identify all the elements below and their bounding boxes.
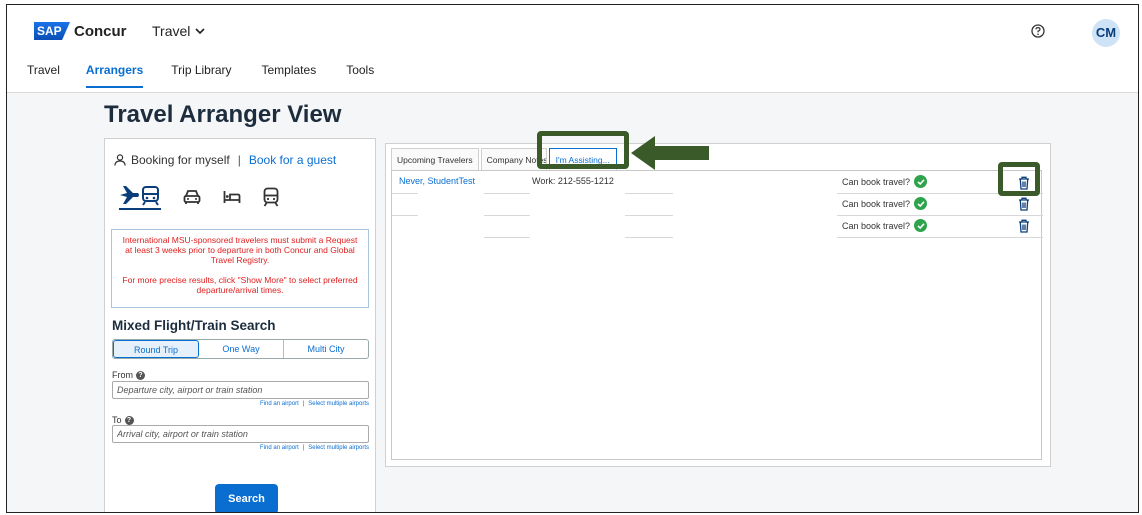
find-airport-link[interactable]: Find an airport <box>260 401 299 407</box>
trip-type-one-way[interactable]: One Way <box>199 340 284 358</box>
row-divider <box>837 237 1043 238</box>
trip-type-round-trip[interactable]: Round Trip <box>113 340 199 358</box>
traveler-phone: Work: 212-555-1212 <box>532 176 614 186</box>
can-book-status: Can book travel? <box>842 219 928 232</box>
can-book-label: Can book travel? <box>842 176 911 187</box>
avatar[interactable]: CM <box>1092 19 1120 47</box>
chevron-down-icon <box>195 27 205 34</box>
from-label: From <box>112 370 133 380</box>
sap-logo-mark: SAP <box>34 22 70 40</box>
rail-icon[interactable] <box>263 187 279 207</box>
top-bar: SAP Concur Travel CM Travel Arrangers Tr… <box>7 5 1138 93</box>
traveler-name-link[interactable]: Never, StudentTest <box>399 176 475 186</box>
trip-type-toggle: Round Trip One Way Multi City <box>112 339 369 359</box>
find-airport-link[interactable]: Find an airport <box>260 445 299 451</box>
booking-separator: | <box>237 153 241 167</box>
helper-separator: | <box>302 401 305 407</box>
nav-item-trip-library[interactable]: Trip Library <box>171 63 231 88</box>
notice-line-2: For more precise results, click "Show Mo… <box>122 275 358 295</box>
tab-im-assisting[interactable]: I'm Assisting... <box>548 148 617 170</box>
main-nav: Travel Arrangers Trip Library Templates … <box>7 63 374 88</box>
can-book-status: Can book travel? <box>842 197 928 210</box>
to-input[interactable] <box>112 425 369 443</box>
row-divider <box>625 237 673 238</box>
traveler-panel: Upcoming Travelers Company Notes I'm Ass… <box>385 143 1051 467</box>
help-icon[interactable] <box>1029 22 1047 40</box>
nav-item-travel[interactable]: Travel <box>27 63 60 88</box>
page-title: Travel Arranger View <box>104 101 342 128</box>
travel-notice: International MSU-sponsored travelers mu… <box>111 229 369 308</box>
row-divider <box>484 237 530 238</box>
sap-concur-logo[interactable]: SAP Concur <box>34 22 127 40</box>
check-circle-icon <box>914 175 928 188</box>
search-button[interactable]: Search <box>215 484 278 512</box>
booking-for-myself[interactable]: Booking for myself <box>131 153 230 167</box>
table-row: Can book travel? <box>392 193 1041 215</box>
booking-for-row: Booking for myself | Book for a guest <box>114 153 336 167</box>
helper-separator: | <box>302 445 305 451</box>
car-icon[interactable] <box>183 189 201 205</box>
to-helper-links: Find an airport | Select multiple airpor… <box>260 445 369 451</box>
travel-mode-tabs <box>119 184 279 210</box>
can-book-label: Can book travel? <box>842 220 911 231</box>
tab-company-notes[interactable]: Company Notes <box>480 148 547 170</box>
help-icon[interactable]: ? <box>136 370 145 380</box>
check-circle-icon <box>914 219 928 232</box>
traveler-tabs: Upcoming Travelers Company Notes I'm Ass… <box>391 148 619 170</box>
nav-item-tools[interactable]: Tools <box>346 63 374 88</box>
flight-train-icon[interactable] <box>119 184 161 210</box>
nav-item-arrangers[interactable]: Arrangers <box>85 63 144 88</box>
can-book-status: Can book travel? <box>842 175 928 188</box>
booking-panel: Booking for myself | Book for a guest In… <box>104 138 376 512</box>
from-input[interactable] <box>112 381 369 399</box>
app-window: SAP Concur Travel CM Travel Arrangers Tr… <box>6 4 1139 513</box>
concur-logo-text: Concur <box>74 22 127 40</box>
trip-type-multi-city[interactable]: Multi City <box>284 340 368 358</box>
product-menu[interactable]: Travel <box>152 23 205 39</box>
to-label: To <box>112 415 122 425</box>
trash-icon[interactable] <box>1018 219 1030 238</box>
tab-upcoming-travelers[interactable]: Upcoming Travelers <box>391 148 479 170</box>
arrow-left-icon <box>631 136 709 170</box>
from-label-row: From ? <box>112 370 145 380</box>
table-row: Can book travel? <box>392 215 1041 237</box>
notice-line-1: International MSU-sponsored travelers mu… <box>122 235 358 265</box>
check-circle-icon <box>914 197 928 210</box>
from-helper-links: Find an airport | Select multiple airpor… <box>260 401 369 407</box>
to-label-row: To ? <box>112 415 134 425</box>
help-icon[interactable]: ? <box>124 415 134 425</box>
nav-item-templates[interactable]: Templates <box>262 63 317 88</box>
table-row: Never, StudentTest Work: 212-555-1212 Ca… <box>392 171 1041 193</box>
assisting-table: Never, StudentTest Work: 212-555-1212 Ca… <box>391 170 1043 460</box>
trash-icon[interactable] <box>1018 197 1030 216</box>
product-menu-label: Travel <box>152 23 191 39</box>
select-multiple-airports-link[interactable]: Select multiple airports <box>308 445 369 451</box>
can-book-label: Can book travel? <box>842 198 911 209</box>
book-for-guest-link[interactable]: Book for a guest <box>249 153 336 167</box>
hotel-icon[interactable] <box>223 190 241 204</box>
select-multiple-airports-link[interactable]: Select multiple airports <box>308 401 369 407</box>
person-icon <box>114 154 126 166</box>
search-title: Mixed Flight/Train Search <box>112 318 276 333</box>
